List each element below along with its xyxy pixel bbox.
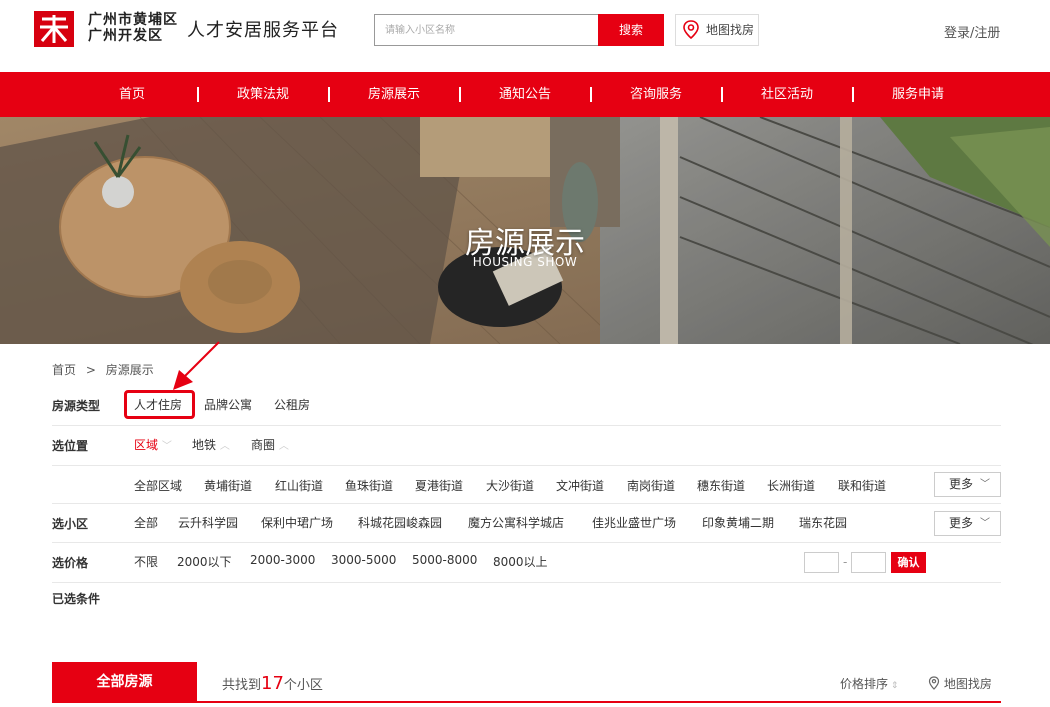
divider [52,582,1001,583]
platform-title: 人才安居服务平台 [187,20,339,41]
area-option[interactable]: 穗东街道 [697,477,745,494]
divider [52,503,1001,504]
chevron-down-icon: ﹀ [161,441,172,452]
nav-home[interactable]: 首页 [82,72,182,117]
community-option[interactable]: 魔方公寓科学城店 [468,514,564,531]
nav-housing[interactable]: 房源展示 [344,72,444,117]
type-option-talent-housing[interactable]: 人才住房 [134,396,182,413]
community-option[interactable]: 全部 [134,514,158,531]
chevron-down-icon: ﹀ [980,479,990,490]
result-count-number: 17 [261,673,284,694]
location-mode-area[interactable]: 区域 ﹀ [134,436,172,453]
area-option[interactable]: 文冲街道 [556,477,604,494]
community-more-button[interactable]: 更多 ﹀ [934,511,1001,536]
nav-policy[interactable]: 政策法规 [213,72,313,117]
breadcrumb-current: 房源展示 [105,363,154,377]
breadcrumb: 首页 > 房源展示 [52,361,160,378]
community-option[interactable]: 佳兆业盛世广场 [592,514,676,531]
divider [52,542,1001,543]
community-option[interactable]: 云升科学园 [178,514,238,531]
map-pin-icon [683,20,699,40]
price-option[interactable]: 不限 [134,553,158,570]
org-name: 广州市黄埔区 广州开发区 [88,12,178,44]
location-mode-metro[interactable]: 地铁 ︿ [192,436,230,453]
map-search-button[interactable]: 地图找房 [675,14,759,46]
filter-location-label: 选位置 [52,439,89,453]
logo-icon [34,11,74,47]
login-link[interactable]: 登录/注册 [944,22,1000,41]
nav-divider [328,87,330,102]
divider [52,425,1001,426]
area-option[interactable]: 红山街道 [275,477,323,494]
tab-underline [52,701,1001,703]
search-input[interactable] [374,14,599,46]
area-option[interactable]: 夏港街道 [415,477,463,494]
type-option-brand-apartment[interactable]: 品牌公寓 [204,396,252,413]
area-option[interactable]: 长洲街道 [767,477,815,494]
divider [52,465,1001,466]
price-min-input[interactable] [804,552,839,573]
nav-divider [197,87,199,102]
annotation-arrow-icon [173,341,220,390]
price-option[interactable]: 8000以上 [493,553,548,570]
area-option[interactable]: 全部区域 [134,477,182,494]
breadcrumb-home[interactable]: 首页 [52,363,76,377]
price-option[interactable]: 2000-3000 [250,553,315,567]
community-option[interactable]: 保利中珺广场 [261,514,333,531]
banner-subtitle: HOUSING SHOW [472,255,578,269]
community-option[interactable]: 科城花园峻森园 [358,514,442,531]
area-option[interactable]: 黄埔街道 [204,477,252,494]
chevron-down-icon: ﹀ [980,518,990,529]
map-search-label: 地图找房 [706,23,755,37]
price-sort-button[interactable]: 价格排序 ⇕ [840,675,898,692]
breadcrumb-separator: > [85,363,96,377]
filter-type-label: 房源类型 [52,399,101,413]
org-line-2: 广州开发区 [88,28,163,44]
nav-divider [590,87,592,102]
area-option[interactable]: 南岗街道 [627,477,675,494]
price-option[interactable]: 2000以下 [177,553,232,570]
filter-community-label: 选小区 [52,517,89,531]
map-pin-icon [928,676,940,690]
type-option-public-rental[interactable]: 公租房 [274,396,310,413]
selected-conditions-label: 已选条件 [52,592,101,606]
nav-community[interactable]: 社区活动 [737,72,837,117]
price-option[interactable]: 3000-5000 [331,553,396,567]
sort-icon: ⇕ [888,681,899,691]
location-mode-business[interactable]: 商圈 ︿ [251,436,289,453]
nav-notices[interactable]: 通知公告 [475,72,575,117]
chevron-up-icon: ︿ [278,441,289,452]
chevron-up-icon: ︿ [219,441,230,452]
tab-all-housing[interactable]: 全部房源 [52,662,197,702]
org-line-1: 广州市黄埔区 [88,12,178,28]
search-button[interactable]: 搜索 [598,14,664,46]
site-header: 广州市黄埔区 广州开发区 人才安居服务平台 搜索 地图找房 登录/注册 [0,0,1050,72]
price-confirm-button[interactable]: 确认 [891,552,926,573]
price-max-input[interactable] [851,552,886,573]
community-option[interactable]: 印象黄埔二期 [702,514,774,531]
community-option[interactable]: 瑞东花园 [799,514,847,531]
price-option[interactable]: 5000-8000 [412,553,477,567]
result-count: 共找到17个小区 [222,673,323,694]
nav-consult[interactable]: 咨询服务 [606,72,706,117]
filter-price-label: 选价格 [52,556,89,570]
area-option[interactable]: 鱼珠街道 [345,477,393,494]
main-nav: 首页 政策法规 房源展示 通知公告 咨询服务 社区活动 服务申请 [0,72,1050,117]
nav-divider [721,87,723,102]
area-option[interactable]: 大沙街道 [486,477,534,494]
nav-divider [852,87,854,102]
area-option[interactable]: 联和街道 [838,477,886,494]
area-more-button[interactable]: 更多 ﹀ [934,472,1001,497]
nav-divider [459,87,461,102]
map-view-link[interactable]: 地图找房 [928,675,992,692]
nav-apply[interactable]: 服务申请 [868,72,968,117]
price-range-separator: - [843,555,848,569]
